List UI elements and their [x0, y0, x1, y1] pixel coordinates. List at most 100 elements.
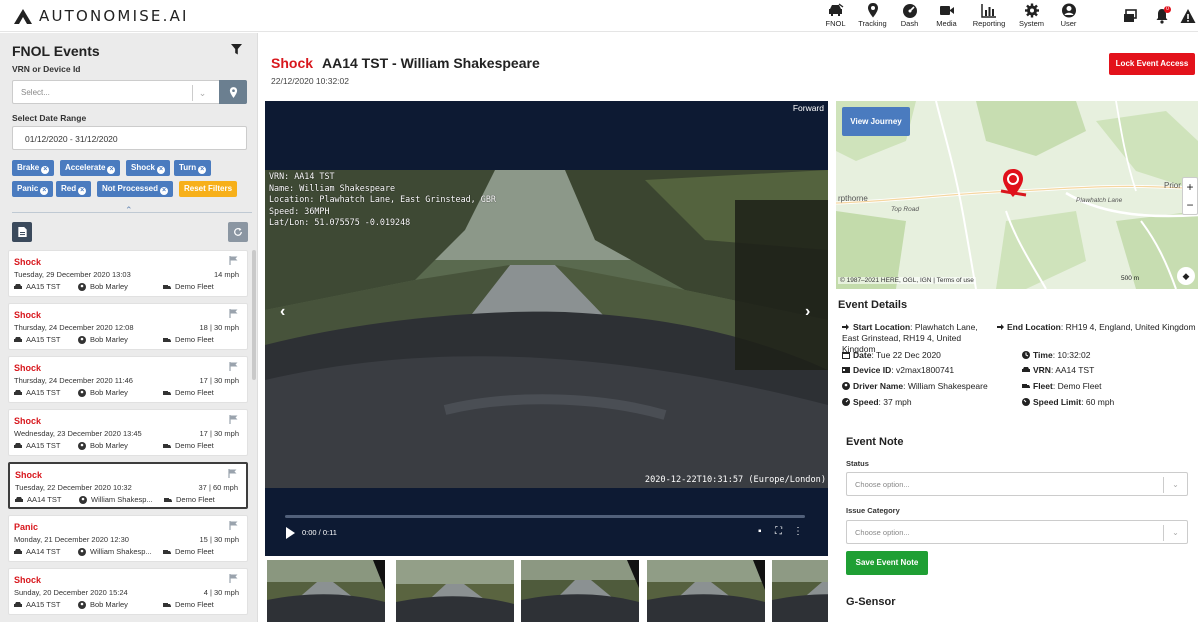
event-card-date: Monday, 21 December 2020 12:30	[14, 535, 129, 544]
thumbnail[interactable]	[772, 560, 828, 622]
thumbnail[interactable]	[396, 560, 514, 622]
car-icon	[14, 389, 22, 395]
event-card[interactable]: Shock Thursday, 24 December 2020 11:46 17 …	[8, 356, 248, 403]
zoom-in-icon[interactable]: +	[1183, 178, 1197, 196]
event-card[interactable]: Shock Thursday, 24 December 2020 12:08 18 …	[8, 303, 248, 350]
nav-reporting[interactable]: Reporting	[966, 3, 1012, 28]
flag-icon[interactable]	[228, 469, 237, 478]
locate-button[interactable]	[219, 80, 247, 104]
remove-icon[interactable]: ×	[40, 187, 49, 195]
user-circle-icon	[842, 382, 850, 390]
download-icon[interactable]: ▪	[758, 526, 762, 537]
map-copyright[interactable]: © 1987–2021 HERE, OGL, IGN | Terms of us…	[838, 277, 976, 284]
lock-event-access-button[interactable]: Lock Event Access	[1109, 53, 1195, 75]
chevron-down-icon[interactable]: ⌄	[192, 85, 212, 101]
windows-button[interactable]	[1114, 3, 1146, 29]
nav-media[interactable]: Media	[929, 3, 964, 28]
status-select[interactable]: Choose option... ⌄	[846, 472, 1188, 496]
notifications-button[interactable]: 0	[1146, 3, 1178, 29]
remove-icon[interactable]: ×	[198, 166, 207, 174]
remove-icon[interactable]: ×	[41, 166, 50, 174]
user-circle-icon	[79, 495, 87, 504]
nav-media-label: Media	[936, 19, 957, 28]
event-map[interactable]: View Journey rpthorne Top Road Plawhatch…	[836, 101, 1198, 289]
fullscreen-icon[interactable]: ⛶	[775, 526, 782, 537]
chevron-down-icon[interactable]: ⌄	[1163, 477, 1187, 493]
nav-system[interactable]: System	[1014, 3, 1049, 28]
user-circle-icon	[78, 335, 86, 344]
nav-actions: 0	[1114, 3, 1198, 29]
refresh-button[interactable]	[228, 222, 248, 242]
event-card[interactable]: Shock Sunday, 20 December 2020 15:24 4 | 3…	[8, 568, 248, 615]
filter-chip-panic[interactable]: Panic ×	[12, 181, 54, 197]
flag-icon[interactable]	[229, 362, 238, 371]
alerts-button[interactable]	[1178, 3, 1198, 29]
date-range-value: 01/12/2020 - 31/12/2020	[25, 134, 118, 144]
nav-tracking[interactable]: Tracking	[855, 3, 890, 28]
filter-icon[interactable]	[231, 44, 242, 55]
user-circle-icon	[1061, 3, 1076, 18]
vrn-select[interactable]: Select... ⌄	[12, 80, 247, 104]
nav-dash[interactable]: Dash	[892, 3, 927, 28]
play-icon[interactable]	[286, 527, 295, 539]
chevron-up-icon[interactable]: ⌃	[125, 205, 133, 216]
thumbnail[interactable]	[521, 560, 639, 622]
events-sidebar: FNOL Events VRN or Device Id Select... ⌄…	[0, 33, 258, 622]
thumbnail-image	[647, 560, 765, 622]
issue-category-select[interactable]: Choose option... ⌄	[846, 520, 1188, 544]
filter-chip-brake[interactable]: Brake ×	[12, 160, 55, 176]
speedometer-icon	[842, 398, 850, 406]
layers-icon[interactable]: ◆	[1177, 267, 1195, 285]
remove-icon[interactable]: ×	[107, 166, 116, 174]
event-title: AA14 TST - William Shakespeare	[322, 55, 540, 71]
filter-chip-turn[interactable]: Turn ×	[174, 160, 212, 176]
flag-icon[interactable]	[229, 521, 238, 530]
filter-chip-accelerate[interactable]: Accelerate ×	[60, 160, 121, 176]
remove-icon[interactable]: ×	[157, 166, 166, 174]
event-card[interactable]: Shock Tuesday, 22 December 2020 10:32 37 |…	[8, 462, 248, 509]
nav-fnol[interactable]: FNOL	[818, 3, 853, 28]
remove-icon[interactable]: ×	[160, 187, 169, 195]
date-range-input[interactable]: 01/12/2020 - 31/12/2020	[12, 126, 247, 150]
thumbnail[interactable]	[647, 560, 765, 622]
reset-filters-button[interactable]: Reset Filters	[179, 181, 238, 197]
main-nav: FNOL Tracking Dash Media Reporting Syste…	[816, 3, 1086, 28]
remove-icon[interactable]: ×	[78, 187, 87, 195]
map-event-marker-icon[interactable]	[1001, 169, 1025, 197]
zoom-out-icon[interactable]: −	[1183, 196, 1197, 214]
save-event-note-button[interactable]: Save Event Note	[846, 551, 928, 575]
video-player[interactable]: Forward VRN: AA14 TST Name: William Shak…	[265, 101, 828, 556]
event-list-scrollbar[interactable]	[252, 250, 256, 380]
detail-speed: Speed: 37 mph	[842, 397, 912, 408]
export-button[interactable]	[12, 222, 32, 242]
brand-logo[interactable]: AUTONOMISE.AI	[13, 6, 189, 26]
flag-icon[interactable]	[229, 415, 238, 424]
nav-user[interactable]: User	[1051, 3, 1086, 28]
event-card[interactable]: Panic Monday, 21 December 2020 12:30 15 | …	[8, 515, 248, 562]
video-progress-bar[interactable]	[285, 515, 805, 518]
event-card[interactable]: Shock Tuesday, 29 December 2020 13:03 14 m…	[8, 250, 248, 297]
view-journey-button[interactable]: View Journey	[842, 107, 910, 136]
cog-icon	[1024, 3, 1039, 18]
car-icon	[14, 336, 22, 342]
previous-arrow-icon[interactable]: ‹	[280, 303, 285, 321]
flag-icon[interactable]	[229, 256, 238, 265]
car-icon	[14, 548, 22, 554]
video-thumbnails	[265, 560, 828, 622]
video-camera-icon	[939, 6, 954, 15]
video-controls: 0:00 / 0:11 ▪ ⛶ ⋮	[286, 526, 806, 540]
filter-chip-shock[interactable]: Shock ×	[126, 160, 171, 176]
thumbnail[interactable]	[267, 560, 385, 622]
more-options-icon[interactable]: ⋮	[793, 526, 803, 537]
flag-icon[interactable]	[229, 574, 238, 583]
thumbnail-image	[396, 560, 514, 622]
event-card[interactable]: Shock Wednesday, 23 December 2020 13:45 17…	[8, 409, 248, 456]
next-arrow-icon[interactable]: ›	[805, 303, 810, 321]
map-town-label: Prior	[1164, 181, 1181, 190]
filter-chip-not-processed[interactable]: Not Processed ×	[97, 181, 174, 197]
filter-chip-red[interactable]: Red ×	[56, 181, 92, 197]
id-card-icon	[842, 367, 850, 373]
flag-icon[interactable]	[229, 309, 238, 318]
event-card-driver: William Shakesp...	[78, 547, 152, 556]
chevron-down-icon[interactable]: ⌄	[1163, 525, 1187, 541]
